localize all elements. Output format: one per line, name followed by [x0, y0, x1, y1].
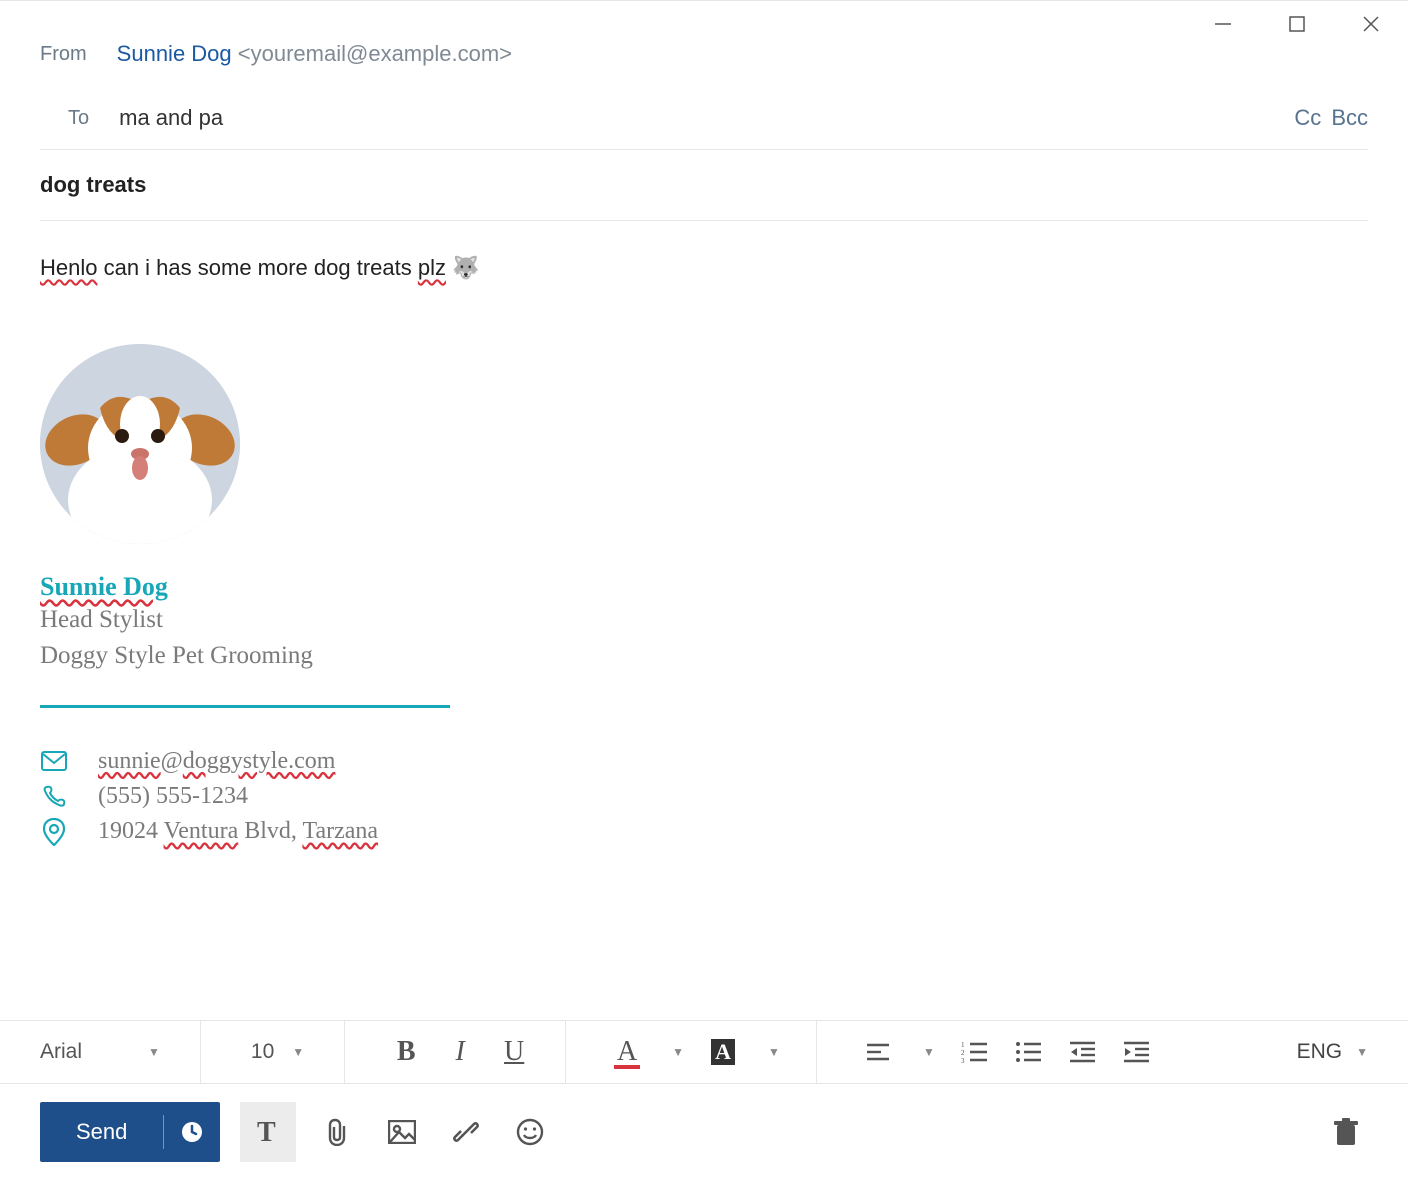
- formatting-toggle-button[interactable]: T: [240, 1102, 296, 1162]
- italic-button[interactable]: I: [445, 1037, 475, 1067]
- align-button[interactable]: [863, 1037, 893, 1067]
- text-color-group: A ▼ A ▼: [576, 1021, 817, 1083]
- font-color-button[interactable]: A: [612, 1037, 642, 1067]
- signature-name: Sunnie Dog: [40, 572, 1368, 602]
- chevron-down-icon[interactable]: ▼: [768, 1045, 780, 1059]
- cc-bcc-controls: Cc Bcc: [1294, 105, 1368, 131]
- window-close-button[interactable]: [1344, 4, 1398, 44]
- subject-input[interactable]: dog treats: [40, 150, 1368, 221]
- from-row: From Sunnie Dog <youremail@example.com>: [40, 41, 1368, 87]
- highlight-color-button[interactable]: A: [708, 1037, 738, 1067]
- body-text-line: Henlo can i has some more dog treats plz…: [40, 251, 1368, 284]
- action-toolbar: Send T: [0, 1084, 1408, 1188]
- chevron-down-icon[interactable]: ▼: [672, 1045, 684, 1059]
- format-toolbar: Arial ▼ 10 ▼ B I U A ▼ A ▼ ▼ 123: [0, 1020, 1408, 1084]
- to-label: To: [68, 107, 89, 130]
- header-fields: From Sunnie Dog <youremail@example.com> …: [0, 46, 1408, 221]
- bullet-list-button[interactable]: [1013, 1037, 1043, 1067]
- signature-phone: (555) 555-1234: [98, 783, 248, 810]
- insert-emoji-button[interactable]: [508, 1110, 552, 1154]
- chevron-down-icon: ▼: [292, 1045, 304, 1059]
- from-email: <youremail@example.com>: [238, 41, 512, 66]
- svg-text:1: 1: [961, 1041, 965, 1049]
- wolf-emoji: 🐺: [446, 255, 480, 280]
- chevron-down-icon: ▼: [1356, 1045, 1368, 1059]
- indent-button[interactable]: [1121, 1037, 1151, 1067]
- signature-avatar: [40, 344, 240, 544]
- from-value[interactable]: Sunnie Dog <youremail@example.com>: [117, 41, 512, 67]
- font-size-select[interactable]: 10 ▼: [211, 1021, 345, 1083]
- signature-email-row: sunnie@doggystyle.com: [40, 748, 1368, 775]
- from-name: Sunnie Dog: [117, 41, 232, 66]
- to-row: To ma and pa Cc Bcc: [40, 87, 1368, 150]
- svg-text:2: 2: [961, 1049, 965, 1057]
- discard-button[interactable]: [1324, 1110, 1368, 1154]
- signature-address: 19024 Ventura Blvd, Tarzana: [98, 818, 378, 845]
- cc-button[interactable]: Cc: [1294, 105, 1321, 131]
- signature-divider: [40, 705, 450, 708]
- body-word-misspelled: plz: [418, 255, 446, 280]
- insert-image-button[interactable]: [380, 1110, 424, 1154]
- bcc-button[interactable]: Bcc: [1331, 105, 1368, 131]
- send-button[interactable]: Send: [40, 1102, 163, 1162]
- window-titlebar: [0, 1, 1408, 46]
- from-label: From: [40, 43, 87, 66]
- map-pin-icon: [40, 818, 68, 846]
- language-value: ENG: [1297, 1040, 1343, 1064]
- window-maximize-button[interactable]: [1270, 4, 1324, 44]
- to-input[interactable]: ma and pa: [119, 105, 223, 131]
- signature-job-title: Head Stylist: [40, 602, 1368, 638]
- body-text: can i has some more dog treats: [97, 255, 417, 280]
- underline-button[interactable]: U: [499, 1037, 529, 1067]
- insert-link-button[interactable]: [444, 1110, 488, 1154]
- svg-text:T: T: [257, 1117, 276, 1147]
- schedule-send-button[interactable]: [164, 1102, 220, 1162]
- text-style-group: B I U: [355, 1021, 566, 1083]
- chevron-down-icon[interactable]: ▼: [923, 1045, 935, 1059]
- message-body[interactable]: Henlo can i has some more dog treats plz…: [0, 221, 1408, 1020]
- signature-address-row: 19024 Ventura Blvd, Tarzana: [40, 818, 1368, 846]
- attachment-button[interactable]: [316, 1110, 360, 1154]
- svg-text:3: 3: [961, 1057, 965, 1063]
- phone-icon: [40, 784, 68, 808]
- compose-window: From Sunnie Dog <youremail@example.com> …: [0, 0, 1408, 1188]
- signature-company: Doggy Style Pet Grooming: [40, 638, 1368, 674]
- paragraph-group: ▼ 123: [827, 1021, 1187, 1083]
- signature-email[interactable]: sunnie@doggystyle.com: [98, 748, 335, 775]
- font-family-select[interactable]: Arial ▼: [40, 1021, 201, 1083]
- signature-block: Sunnie Dog Head Stylist Doggy Style Pet …: [40, 344, 1368, 846]
- bold-button[interactable]: B: [391, 1037, 421, 1067]
- body-word-misspelled: Henlo: [40, 255, 97, 280]
- outdent-button[interactable]: [1067, 1037, 1097, 1067]
- font-family-value: Arial: [40, 1040, 82, 1064]
- chevron-down-icon: ▼: [148, 1045, 160, 1059]
- send-button-group: Send: [40, 1102, 220, 1162]
- numbered-list-button[interactable]: 123: [959, 1037, 989, 1067]
- signature-phone-row: (555) 555-1234: [40, 783, 1368, 810]
- language-select[interactable]: ENG ▼: [1297, 1040, 1368, 1064]
- envelope-icon: [40, 751, 68, 771]
- font-size-value: 10: [251, 1040, 274, 1064]
- window-minimize-button[interactable]: [1196, 4, 1250, 44]
